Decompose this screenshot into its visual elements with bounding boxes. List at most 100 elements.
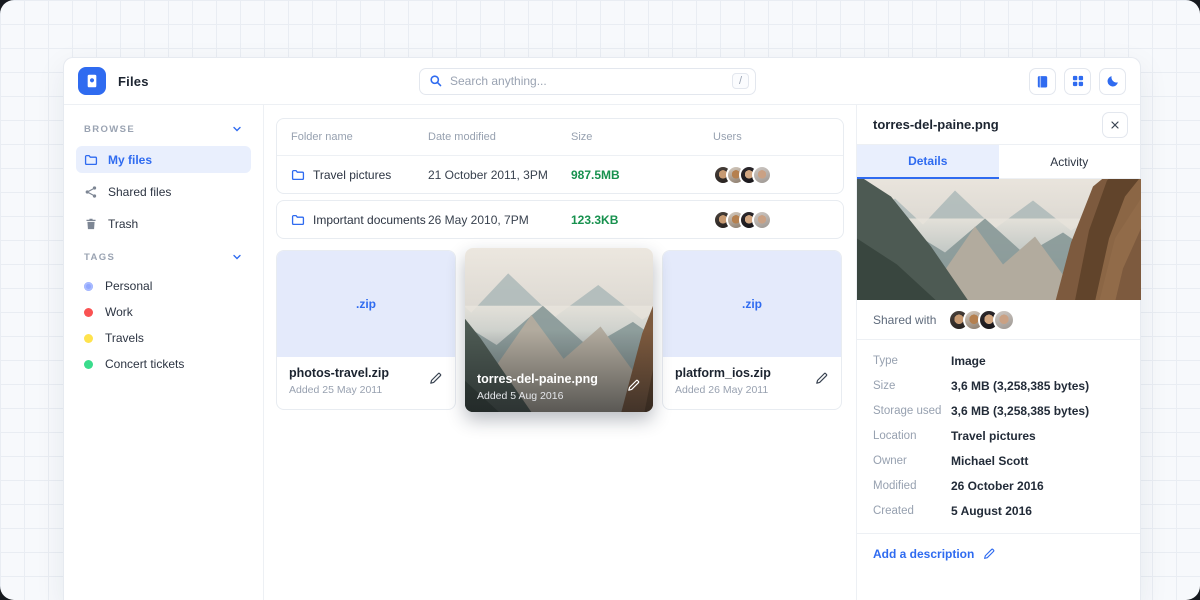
date-modified: 21 October 2011, 3PM bbox=[428, 168, 571, 182]
chevron-down-icon[interactable] bbox=[231, 251, 243, 263]
tags-section-header: TAGS bbox=[76, 251, 251, 263]
grid-view-icon bbox=[1071, 74, 1085, 88]
search-input[interactable] bbox=[450, 74, 732, 88]
detail-row-type: Type Image bbox=[873, 348, 1124, 373]
folder-size: 987.5MB bbox=[571, 168, 713, 182]
sidebar-item-my-files[interactable]: My files bbox=[76, 146, 251, 173]
tag-label: Travels bbox=[105, 331, 144, 345]
trash-icon bbox=[84, 217, 98, 231]
detail-row-created: Created 5 August 2016 bbox=[873, 498, 1124, 523]
zip-badge: .zip bbox=[356, 297, 376, 311]
edit-button[interactable] bbox=[626, 378, 641, 396]
column-header: Users bbox=[713, 131, 829, 143]
panel-tabs: Details Activity bbox=[857, 145, 1140, 179]
dark-mode-button[interactable] bbox=[1099, 68, 1126, 95]
avatar bbox=[993, 309, 1015, 331]
sidebar-item-trash[interactable]: Trash bbox=[76, 210, 251, 237]
tag-item-personal[interactable]: Personal bbox=[76, 273, 251, 299]
file-added-date: Added 25 May 2011 bbox=[289, 384, 443, 396]
dark-mode-moon-icon bbox=[1106, 74, 1120, 88]
details-panel: torres-del-paine.png Details Activity S bbox=[856, 105, 1140, 600]
sidebar: BROWSE My files bbox=[64, 105, 264, 600]
tag-color-dot bbox=[84, 282, 93, 291]
zip-thumbnail: .zip bbox=[277, 251, 455, 357]
chevron-down-icon[interactable] bbox=[231, 123, 243, 135]
folders-table: Folder name Date modified Size Users Tra… bbox=[276, 118, 844, 194]
detail-row-modified: Modified 26 October 2016 bbox=[873, 473, 1124, 498]
tag-item-travels[interactable]: Travels bbox=[76, 325, 251, 351]
sidebar-item-label: Shared files bbox=[108, 185, 171, 199]
avatar-group bbox=[948, 309, 1015, 331]
pencil-icon bbox=[428, 371, 443, 386]
avatar-group bbox=[713, 165, 829, 185]
tab-details[interactable]: Details bbox=[857, 145, 999, 179]
tag-label: Personal bbox=[105, 279, 152, 293]
details-panel-header: torres-del-paine.png bbox=[857, 105, 1140, 145]
book-icon bbox=[1035, 74, 1050, 89]
folder-icon bbox=[291, 213, 305, 227]
pencil-icon bbox=[626, 378, 641, 393]
file-added-date: Added 5 Aug 2016 bbox=[477, 390, 598, 402]
file-name: torres-del-paine.png bbox=[477, 372, 598, 386]
folder-icon bbox=[291, 168, 305, 182]
tag-label: Work bbox=[105, 305, 133, 319]
folder-name: Travel pictures bbox=[313, 168, 391, 182]
search-shortcut-badge: / bbox=[732, 73, 749, 89]
detail-row-storage-used: Storage used 3,6 MB (3,258,385 bytes) bbox=[873, 398, 1124, 423]
table-row[interactable]: Travel pictures 21 October 2011, 3PM 987… bbox=[277, 156, 843, 193]
file-added-date: Added 26 May 2011 bbox=[675, 384, 829, 396]
column-header: Date modified bbox=[428, 131, 571, 143]
folder-size: 123.3KB bbox=[571, 213, 713, 227]
pencil-icon bbox=[982, 547, 996, 561]
file-preview-image bbox=[857, 179, 1140, 300]
zip-thumbnail: .zip bbox=[663, 251, 841, 357]
tags-section-label: TAGS bbox=[84, 252, 115, 263]
edit-button[interactable] bbox=[428, 371, 443, 389]
date-modified: 26 May 2010, 7PM bbox=[428, 213, 571, 227]
folder-name: Important documents bbox=[313, 213, 426, 227]
close-panel-button[interactable] bbox=[1102, 112, 1128, 138]
file-details-list: Type Image Size 3,6 MB (3,258,385 bytes)… bbox=[857, 340, 1140, 529]
files-app-window: Files / bbox=[63, 57, 1141, 600]
app-title: Files bbox=[118, 74, 149, 89]
top-bar: Files / bbox=[64, 58, 1140, 105]
tab-activity[interactable]: Activity bbox=[999, 145, 1141, 179]
file-name: platform_ios.zip bbox=[675, 366, 829, 380]
book-button[interactable] bbox=[1029, 68, 1056, 95]
sidebar-item-label: My files bbox=[108, 153, 152, 167]
column-header: Size bbox=[571, 131, 713, 143]
avatar-group bbox=[713, 210, 829, 230]
edit-button[interactable] bbox=[814, 371, 829, 389]
column-header: Folder name bbox=[291, 131, 428, 143]
file-card-torres-del-paine[interactable]: torres-del-paine.png Added 5 Aug 2016 bbox=[465, 248, 653, 412]
shared-with-row: Shared with bbox=[857, 300, 1140, 340]
detail-row-owner: Owner Michael Scott bbox=[873, 448, 1124, 473]
tag-item-concert-tickets[interactable]: Concert tickets bbox=[76, 351, 251, 377]
browse-section-header: BROWSE bbox=[76, 123, 251, 135]
avatar bbox=[752, 165, 772, 185]
search-bar[interactable]: / bbox=[419, 68, 756, 95]
detail-row-size: Size 3,6 MB (3,258,385 bytes) bbox=[873, 373, 1124, 398]
sidebar-item-label: Trash bbox=[108, 217, 138, 231]
close-icon bbox=[1109, 119, 1121, 131]
table-row[interactable]: Important documents 26 May 2010, 7PM 123… bbox=[277, 201, 843, 238]
search-icon bbox=[429, 74, 443, 88]
file-card-platform-ios[interactable]: .zip platform_ios.zip Added 26 May 2011 bbox=[662, 250, 842, 410]
add-description-button[interactable]: Add a description bbox=[857, 533, 1140, 574]
folders-table-row-card: Important documents 26 May 2010, 7PM 123… bbox=[276, 200, 844, 239]
sidebar-item-shared-files[interactable]: Shared files bbox=[76, 178, 251, 205]
tag-color-dot bbox=[84, 308, 93, 317]
desktop-background: Files / bbox=[0, 0, 1200, 600]
share-icon bbox=[84, 185, 98, 199]
file-card-photos-travel[interactable]: .zip photos-travel.zip Added 25 May 2011 bbox=[276, 250, 456, 410]
tag-color-dot bbox=[84, 360, 93, 369]
file-name: photos-travel.zip bbox=[289, 366, 443, 380]
grid-view-button[interactable] bbox=[1064, 68, 1091, 95]
file-cards-row: .zip photos-travel.zip Added 25 May 2011 bbox=[276, 250, 844, 412]
shared-with-label: Shared with bbox=[873, 313, 936, 327]
app-logo bbox=[78, 67, 106, 95]
detail-row-location: Location Travel pictures bbox=[873, 423, 1124, 448]
pencil-icon bbox=[814, 371, 829, 386]
browse-section-label: BROWSE bbox=[84, 124, 135, 135]
tag-item-work[interactable]: Work bbox=[76, 299, 251, 325]
